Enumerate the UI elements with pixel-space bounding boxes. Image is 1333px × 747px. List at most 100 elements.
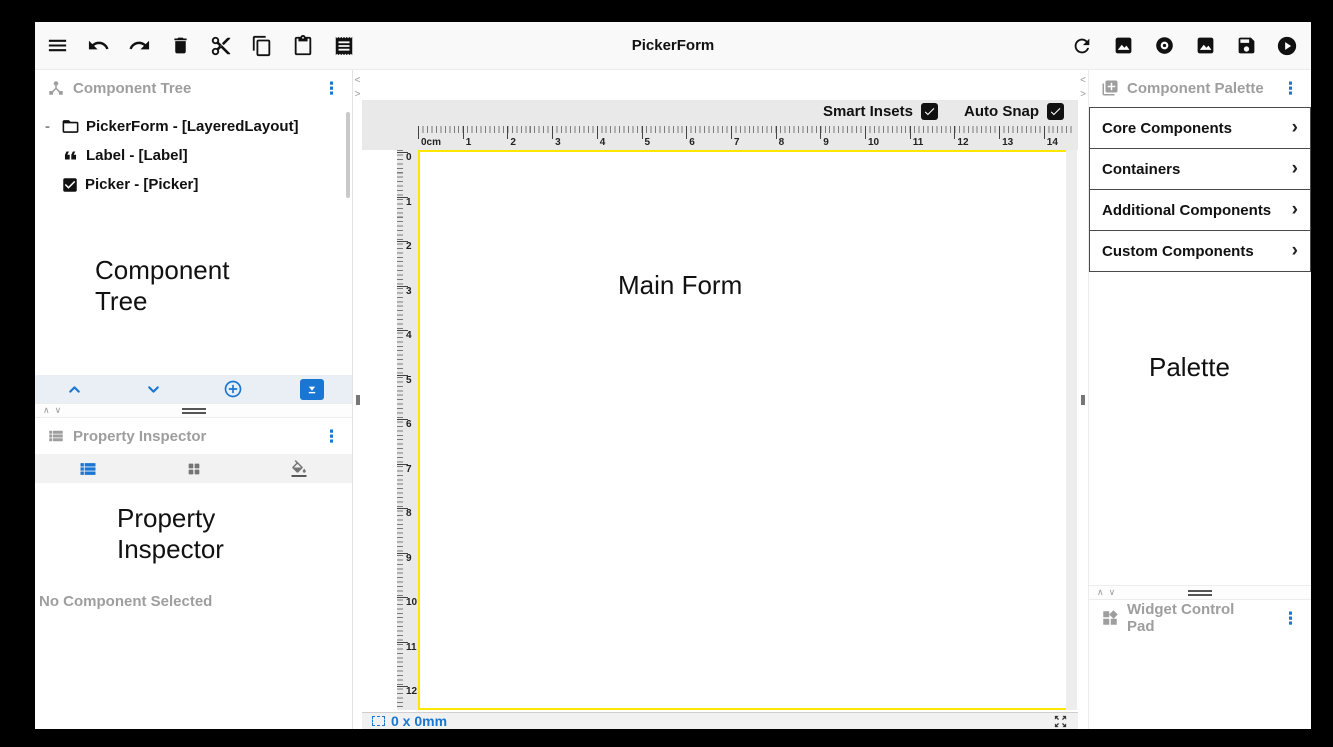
mini-down-icon: ∨	[1109, 587, 1121, 597]
kebab-menu-icon[interactable]: ⋮	[323, 428, 340, 445]
left-vertical-splitter[interactable]: <>	[352, 70, 362, 729]
tab-grid[interactable]	[141, 461, 247, 477]
tree-expander-icon[interactable]: -	[45, 118, 61, 135]
move-into-button[interactable]	[300, 379, 324, 400]
splitter-grip[interactable]	[356, 395, 360, 405]
panel-title: Widget Control Pad	[1127, 601, 1266, 635]
tree-item-picker[interactable]: Picker - [Picker]	[45, 170, 352, 199]
checkbox-icon	[61, 176, 79, 194]
palette-widget-splitter[interactable]: ∧∨	[1089, 585, 1311, 600]
kebab-menu-icon[interactable]: ⋮	[323, 80, 340, 97]
category-label: Custom Components	[1102, 243, 1254, 260]
tree-item-label[interactable]: Label - [Label]	[45, 141, 352, 170]
property-inspector-tabs	[35, 454, 352, 483]
quote-icon	[61, 146, 80, 165]
screenshot-frame: PickerForm Component Tree ⋮ -	[0, 0, 1333, 747]
panel-title: Component Tree	[73, 80, 191, 97]
collapse-left-icon[interactable]: <	[1080, 74, 1086, 88]
move-down-button[interactable]	[145, 381, 162, 398]
save-button[interactable]	[1234, 34, 1258, 58]
design-canvas: Smart Insets Auto Snap 0cm12345678910111…	[362, 70, 1078, 729]
snap-options: Smart Insets Auto Snap	[823, 103, 1064, 120]
category-label: Core Components	[1102, 120, 1232, 137]
redo-icon	[128, 34, 151, 57]
tree-item-label: Picker - [Picker]	[85, 176, 198, 193]
tree-item-pickerform[interactable]: - PickerForm - [LayeredLayout]	[45, 112, 352, 141]
toolbar-left-group	[35, 34, 356, 58]
hierarchy-icon	[47, 79, 65, 97]
screenshot-button[interactable]	[1111, 34, 1135, 58]
folder-open-icon	[61, 117, 80, 136]
insert-down-icon	[300, 379, 324, 400]
tab-properties[interactable]	[35, 459, 141, 479]
chevron-right-icon: ›	[1292, 158, 1298, 180]
left-panel: Component Tree ⋮ - PickerForm - [Layered…	[35, 70, 352, 729]
no-selection-message: No Component Selected	[39, 593, 212, 610]
delete-button[interactable]	[168, 34, 192, 58]
widgets-icon	[1101, 609, 1119, 627]
play-icon	[1276, 35, 1298, 57]
tab-style[interactable]	[246, 460, 352, 478]
app-window: PickerForm Component Tree ⋮ -	[35, 22, 1311, 729]
splitter-grip[interactable]	[182, 408, 206, 414]
form-design-surface[interactable]: Main Form	[418, 150, 1073, 710]
form-list-button[interactable]	[332, 34, 356, 58]
receipt-icon	[333, 35, 355, 57]
main-toolbar: PickerForm	[35, 22, 1311, 70]
canvas-status-bar: 0 x 0mm	[362, 712, 1078, 729]
clipboard-icon	[292, 35, 314, 57]
move-up-button[interactable]	[66, 381, 83, 398]
chevron-right-icon: ›	[1292, 199, 1298, 221]
list-view-icon	[78, 459, 98, 479]
image-icon	[1113, 35, 1134, 56]
record-button[interactable]	[1152, 34, 1176, 58]
selection-size-value: 0 x 0mm	[391, 713, 447, 729]
vertical-ruler: 0123456789101112	[397, 150, 418, 710]
copy-button[interactable]	[250, 34, 274, 58]
image-button[interactable]	[1193, 34, 1217, 58]
component-palette-panel: Component Palette ⋮ Core Components › Co…	[1089, 70, 1311, 585]
undo-button[interactable]	[86, 34, 110, 58]
collapse-right-icon[interactable]: >	[355, 88, 361, 102]
splitter-grip[interactable]	[1188, 590, 1212, 596]
collapse-right-icon[interactable]: >	[1080, 88, 1086, 102]
run-button[interactable]	[1275, 34, 1299, 58]
panel-title: Property Inspector	[73, 428, 206, 445]
chevron-right-icon: ›	[1292, 117, 1298, 139]
tree-property-splitter[interactable]: ∧∨	[35, 403, 352, 418]
auto-snap-checkbox[interactable]	[1047, 103, 1064, 120]
collapse-left-icon[interactable]: <	[355, 74, 361, 88]
palette-category-custom-components[interactable]: Custom Components ›	[1089, 230, 1311, 272]
fullscreen-button[interactable]	[1053, 714, 1068, 729]
cut-button[interactable]	[209, 34, 233, 58]
component-tree-header: Component Tree ⋮	[35, 70, 352, 106]
tree-toolbar	[35, 375, 352, 403]
tree-item-label: Label - [Label]	[86, 147, 188, 164]
palette-category-additional-components[interactable]: Additional Components ›	[1089, 189, 1311, 231]
smart-insets-checkbox[interactable]	[921, 103, 938, 120]
kebab-menu-icon[interactable]: ⋮	[1282, 80, 1299, 97]
kebab-menu-icon[interactable]: ⋮	[1282, 610, 1299, 627]
tree-scrollbar[interactable]	[346, 112, 350, 198]
splitter-grip[interactable]	[1081, 395, 1085, 405]
property-inspector-header: Property Inspector ⋮	[35, 418, 352, 454]
grid-dots-icon	[186, 461, 202, 477]
image-icon	[1195, 35, 1216, 56]
paste-button[interactable]	[291, 34, 315, 58]
redo-button[interactable]	[127, 34, 151, 58]
add-component-button[interactable]	[223, 379, 243, 399]
palette-category-core-components[interactable]: Core Components ›	[1089, 107, 1311, 149]
right-vertical-splitter[interactable]: <>	[1078, 70, 1088, 729]
horizontal-ruler: 0cm1234567891011121314	[418, 126, 1074, 150]
panel-title: Component Palette	[1127, 80, 1264, 97]
palette-category-containers[interactable]: Containers ›	[1089, 148, 1311, 190]
canvas-body: 0123456789101112 Main Form	[362, 150, 1078, 710]
auto-snap-label: Auto Snap	[964, 103, 1039, 120]
refresh-button[interactable]	[1070, 34, 1094, 58]
chevron-down-icon	[145, 381, 162, 398]
right-panel: Component Palette ⋮ Core Components › Co…	[1088, 70, 1311, 729]
add-circle-icon	[223, 379, 243, 399]
smart-insets-label: Smart Insets	[823, 103, 913, 120]
menu-button[interactable]	[45, 34, 69, 58]
canvas-vertical-scrollbar[interactable]	[1066, 150, 1077, 710]
